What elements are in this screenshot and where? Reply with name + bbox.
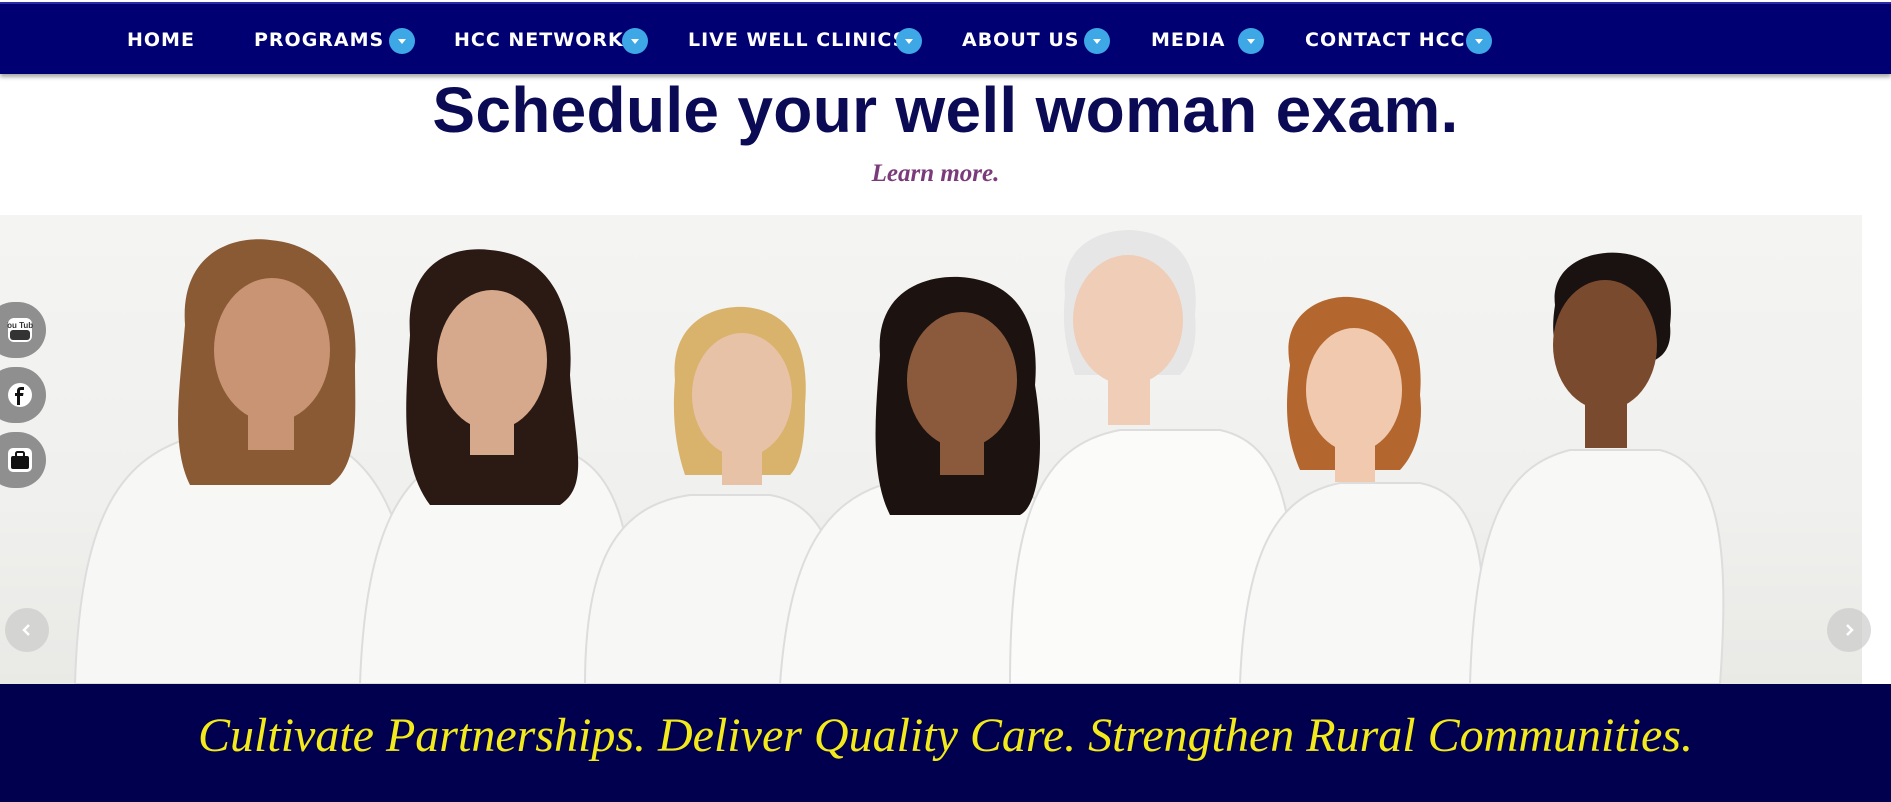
chevron-down-icon[interactable] — [622, 28, 648, 54]
carousel-prev-button[interactable] — [5, 608, 49, 652]
hero-image — [0, 215, 1862, 684]
hero-photo — [73, 230, 1725, 684]
chevron-down-icon[interactable] — [1238, 28, 1264, 54]
chevron-left-icon — [22, 624, 30, 636]
learn-more-link[interactable]: Learn more. — [0, 160, 1871, 188]
main-navbar: HOME PROGRAMS HCC NETWORK LIVE WELL CLIN… — [0, 2, 1891, 74]
hero-headline: Schedule your well woman exam. — [432, 74, 1459, 146]
youtube-icon: You Tube — [2, 317, 38, 343]
chevron-down-icon[interactable] — [389, 28, 415, 54]
tagline-text: Cultivate Partnerships. Deliver Quality … — [198, 709, 1693, 762]
chevron-down-icon[interactable] — [1466, 28, 1492, 54]
chevron-down-icon[interactable] — [1084, 28, 1110, 54]
nav-media[interactable]: MEDIA — [1151, 4, 1225, 76]
chevron-down-icon[interactable] — [896, 28, 922, 54]
nav-live-well-clinics[interactable]: LIVE WELL CLINICS — [688, 4, 907, 76]
nav-programs[interactable]: PROGRAMS — [254, 4, 384, 76]
briefcase-icon — [7, 447, 33, 473]
nav-contact-hcc[interactable]: CONTACT HCC — [1305, 4, 1466, 76]
svg-text:You Tube: You Tube — [7, 321, 33, 330]
tagline-banner: Cultivate Partnerships. Deliver Quality … — [0, 684, 1891, 802]
nav-home[interactable]: HOME — [127, 4, 195, 76]
chevron-right-icon — [1846, 624, 1854, 636]
nav-about-us[interactable]: ABOUT US — [962, 4, 1079, 76]
nav-hcc-network[interactable]: HCC NETWORK — [454, 4, 624, 76]
facebook-icon — [7, 382, 33, 408]
carousel-next-button[interactable] — [1827, 608, 1871, 652]
